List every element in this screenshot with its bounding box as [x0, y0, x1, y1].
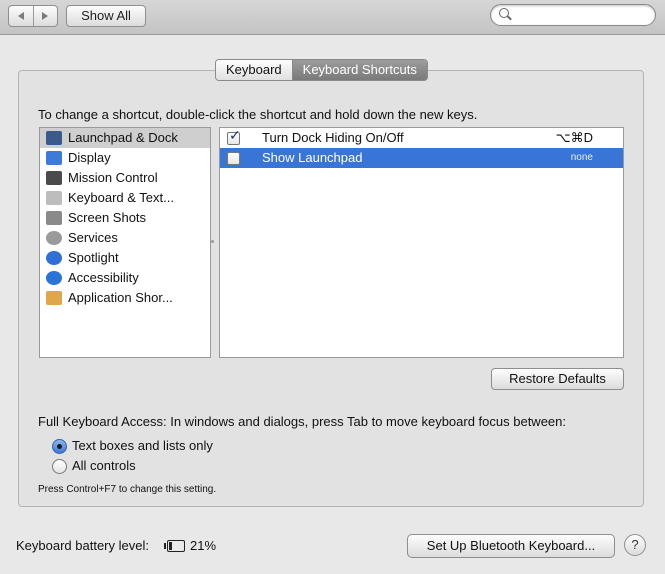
- accessibility-icon: [46, 271, 62, 285]
- category-label: Accessibility: [68, 270, 139, 285]
- shortcut-row-dock-hiding[interactable]: ✓ Turn Dock Hiding On/Off ⌥⌘D: [220, 128, 623, 148]
- launchpad-dock-icon: [46, 131, 62, 145]
- show-all-button[interactable]: Show All: [66, 5, 146, 27]
- category-item-launchpad-dock[interactable]: Launchpad & Dock: [40, 128, 210, 148]
- category-label: Screen Shots: [68, 210, 147, 225]
- shortcut-row-show-launchpad[interactable]: Show Launchpad none: [220, 148, 623, 168]
- category-item-screen-shots[interactable]: Screen Shots: [40, 208, 210, 228]
- category-item-accessibility[interactable]: Accessibility: [40, 268, 210, 288]
- restore-defaults-button[interactable]: Restore Defaults: [491, 368, 624, 390]
- tab-keyboard[interactable]: Keyboard: [216, 60, 293, 80]
- keyboard-icon: [46, 191, 62, 205]
- shortcut-name: Turn Dock Hiding On/Off: [262, 130, 404, 145]
- radio-button[interactable]: [52, 439, 67, 454]
- gear-icon: [46, 231, 62, 245]
- category-label: Services: [68, 230, 118, 245]
- spotlight-icon: [46, 251, 62, 265]
- tab-keyboard-shortcuts[interactable]: Keyboard Shortcuts: [292, 60, 427, 80]
- app-shortcuts-icon: [46, 291, 62, 305]
- shortcut-key[interactable]: ⌥⌘D: [556, 128, 593, 148]
- category-item-display[interactable]: Display: [40, 148, 210, 168]
- instructions-text: To change a shortcut, double-click the s…: [38, 107, 478, 122]
- category-item-application-shortcuts[interactable]: Application Shor...: [40, 288, 210, 308]
- category-label: Launchpad & Dock: [68, 130, 178, 145]
- battery-value: 21%: [190, 538, 217, 553]
- radio-button[interactable]: [52, 459, 67, 474]
- display-icon: [46, 151, 62, 165]
- radio-label: Text boxes and lists only: [72, 438, 213, 453]
- full-keyboard-access-text: Full Keyboard Access: In windows and dia…: [38, 414, 566, 429]
- category-item-mission-control[interactable]: Mission Control: [40, 168, 210, 188]
- checkmark-icon: ✓: [229, 127, 241, 143]
- help-button[interactable]: ?: [624, 534, 646, 556]
- shortcut-list[interactable]: ✓ Turn Dock Hiding On/Off ⌥⌘D Show Launc…: [219, 127, 624, 358]
- mission-control-icon: [46, 171, 62, 185]
- toolbar: Show All: [0, 0, 665, 35]
- category-label: Spotlight: [68, 250, 119, 265]
- category-list[interactable]: Launchpad & Dock Display Mission Control…: [39, 127, 211, 358]
- forward-button[interactable]: [32, 6, 58, 26]
- category-label: Keyboard & Text...: [68, 190, 174, 205]
- category-item-spotlight[interactable]: Spotlight: [40, 248, 210, 268]
- category-label: Application Shor...: [68, 290, 173, 305]
- shortcut-key[interactable]: none: [571, 148, 593, 168]
- radio-label: All controls: [72, 458, 136, 473]
- category-item-keyboard-text[interactable]: Keyboard & Text...: [40, 188, 210, 208]
- chevron-right-icon: [42, 12, 49, 20]
- category-item-services[interactable]: Services: [40, 228, 210, 248]
- search-icon: [499, 8, 509, 18]
- shortcut-checkbox[interactable]: [227, 152, 240, 165]
- chevron-left-icon: [17, 12, 24, 20]
- screenshot-icon: [46, 211, 62, 225]
- category-label: Display: [68, 150, 111, 165]
- battery-icon: [164, 540, 185, 552]
- split-resize-handle[interactable]: [211, 240, 214, 243]
- shortcut-name: Show Launchpad: [262, 150, 363, 165]
- tab-bar: Keyboard Keyboard Shortcuts: [215, 59, 428, 81]
- back-button[interactable]: [9, 6, 33, 26]
- setup-bluetooth-keyboard-button[interactable]: Set Up Bluetooth Keyboard...: [407, 534, 615, 558]
- press-control-note: Press Control+F7 to change this setting.: [38, 484, 217, 495]
- shortcut-checkbox[interactable]: ✓: [227, 128, 241, 145]
- battery-label: Keyboard battery level:: [16, 538, 149, 553]
- search-field[interactable]: [490, 4, 656, 26]
- back-forward-control: [8, 5, 58, 27]
- category-label: Mission Control: [68, 170, 158, 185]
